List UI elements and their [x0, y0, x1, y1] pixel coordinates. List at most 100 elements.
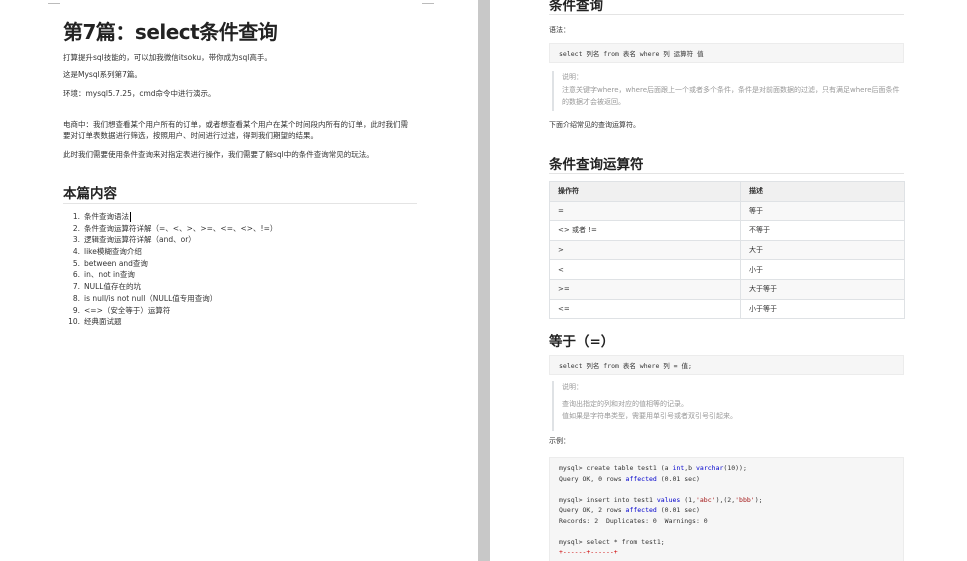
syntax-code: select 列名 from 表名 where 列 运算符 值: [559, 50, 704, 58]
note-line: 值如果是字符串类型，需要用单引号或者双引号引起来。: [562, 412, 737, 420]
operator-cell: >: [549, 239, 741, 261]
description-cell: 大于: [740, 239, 905, 261]
toc-item-number: 2.: [72, 223, 80, 233]
note-blockquote-1: 说明： 注意关键字where，where后面跟上一个或者多个条件，条件是对前面数…: [552, 71, 902, 111]
toc-item-label: NULL值存在的坑: [84, 282, 141, 292]
toc-item-number: 3.: [72, 235, 80, 245]
toc-item[interactable]: 7. NULL值存在的坑: [66, 281, 277, 293]
toc-item-label: 条件查询运算符详解（=、<、>、>=、<=、<>、!=）: [84, 223, 278, 233]
operator-cell: <> 或者 !=: [549, 220, 741, 241]
section-heading-conditional-query: 条件查询: [549, 0, 603, 14]
toc-item[interactable]: 8. is null/is not null（NULL值专用查询）: [66, 293, 277, 305]
operators-table: 操作符 描述 = 等于 <> 或者 != 不等于 > 大于 < 小于 >= 大于等于 <= 小于等于: [549, 181, 905, 320]
code-line: Records: 2 Duplicates: 0 Warnings: 0: [559, 516, 894, 527]
toc-item-number: 5.: [72, 258, 80, 268]
page-title: 第7篇：select条件查询: [63, 20, 278, 44]
toc-item-label: 逻辑查询运算符详解（and、or）: [84, 235, 196, 245]
toc-item-number: 8.: [72, 293, 80, 303]
note-title: 说明：: [562, 383, 583, 391]
table-header-row: 操作符 描述: [549, 181, 905, 202]
code-token-str: 'abc': [695, 495, 716, 504]
heading-rule: [63, 203, 417, 204]
table-row: >= 大于等于: [549, 278, 905, 300]
table-row: <= 小于等于: [549, 298, 905, 320]
toc-item[interactable]: 6. in、not in查询: [66, 269, 277, 281]
example-code-block[interactable]: mysql> create table test1 (a int,b varch…: [549, 457, 904, 561]
toc-item-number: 4.: [72, 247, 80, 257]
code-token: Query OK, 2 rows: [559, 506, 626, 514]
intro-text: 打算提升sql技能的，可以加我微信itsoku，带你成为sql高手。: [63, 53, 272, 62]
operator-cell: >=: [549, 278, 741, 300]
page-gutter: [478, 0, 490, 561]
paragraph-1: 电商中：我们想查看某个用户所有的订单，或者想查看某个用户在某个时间段内所有的订单…: [63, 120, 408, 140]
toc-item-label: 条件查询语法: [84, 212, 129, 221]
description-cell: 等于: [740, 200, 905, 222]
toc-item[interactable]: 4. like模糊查询介绍: [66, 246, 277, 258]
note-title: 说明：: [562, 73, 583, 81]
heading-rule: [549, 14, 904, 15]
toc-list: 1. 条件查询语法 2. 条件查询运算符详解（=、<、>、>=、<=、<>、!=） 3.…: [66, 211, 277, 328]
code-token: (0.01 sec): [656, 506, 700, 514]
code-line: mysql> create table test1 (a int,b varch…: [559, 463, 894, 474]
code-token: ,b: [684, 464, 696, 472]
note-line: 查询出指定的列和对应的值相等的记录。: [562, 399, 688, 408]
page-corner-mark: [422, 3, 434, 4]
description-cell: 小于: [740, 259, 905, 280]
example-label: 示例：: [549, 437, 570, 445]
section-heading-equals: 等于（=）: [549, 334, 615, 350]
operator-cell: <: [549, 259, 741, 280]
description-cell: 不等于: [740, 220, 905, 241]
table-row: < 小于: [549, 259, 905, 280]
toc-item[interactable]: 10. 经典面试题: [66, 316, 277, 328]
code-token: );: [754, 495, 763, 504]
toc-item-number: 6.: [72, 270, 80, 280]
code-token-kw: affected: [625, 474, 657, 483]
syntax-code-block[interactable]: select 列名 from 表名 where 列 运算符 值: [549, 43, 904, 63]
toc-item-label: in、not in查询: [84, 270, 135, 280]
code-token: mysql> create table test1 (a: [559, 464, 673, 472]
toc-item-number: 9.: [72, 305, 80, 315]
code-token-str: 'bbb': [735, 495, 755, 504]
code-line: mysql> insert into test1 values (1,'abc'…: [559, 495, 894, 506]
toc-item-label: <=>（安全等于）运算符: [84, 305, 171, 315]
toc-item-number: 1.: [72, 212, 80, 221]
code-token-kw: affected: [625, 506, 657, 514]
toc-item[interactable]: 5. between and查询: [66, 258, 277, 270]
table-row: > 大于: [549, 239, 905, 261]
code-token-kw: values: [656, 495, 681, 504]
document-page-right: 条件查询 语法： select 列名 from 表名 where 列 运算符 值…: [490, 0, 967, 561]
table-row: = 等于: [549, 200, 905, 222]
section-heading-operators: 条件查询运算符: [549, 157, 644, 173]
code-token: ),(2,: [715, 495, 736, 504]
code-token-red: +------+------+: [559, 548, 618, 556]
toc-item-label: like模糊查询介绍: [84, 247, 142, 257]
toc-item-number: 10.: [68, 317, 80, 327]
toc-item-number: 7.: [72, 282, 80, 292]
operator-cell: <=: [549, 298, 741, 320]
toc-item[interactable]: 3. 逻辑查询运算符详解（and、or）: [66, 234, 277, 246]
code-line: Query OK, 0 rows affected (0.01 sec): [559, 474, 894, 485]
operators-intro: 下面介绍常见的查询运算符。: [549, 121, 640, 129]
code-token: mysql> insert into test1: [559, 495, 657, 504]
toc-heading: 本篇内容: [63, 186, 117, 202]
toc-item-label: between and查询: [84, 258, 148, 268]
operator-cell: =: [549, 200, 741, 222]
description-cell: 大于等于: [740, 278, 905, 300]
syntax-label: 语法：: [549, 26, 570, 34]
table-header-cell: 描述: [740, 181, 905, 202]
toc-item[interactable]: 9. <=>（安全等于）运算符: [66, 305, 277, 317]
code-token: (1,: [680, 495, 696, 504]
text-cursor: [130, 212, 131, 222]
toc-item[interactable]: 2. 条件查询运算符详解（=、<、>、>=、<=、<>、!=）: [66, 223, 278, 235]
equals-code-block[interactable]: select 列名 from 表名 where 列 = 值;: [549, 355, 904, 375]
code-token-kw: varchar: [696, 464, 724, 472]
document-page-left: 第7篇：select条件查询 打算提升sql技能的，可以加我微信itsoku，带…: [0, 0, 478, 561]
series-text: 这是Mysql系列第7篇。: [63, 70, 142, 79]
code-token: mysql> select * from test1;: [559, 537, 665, 546]
table-header-cell: 操作符: [549, 181, 741, 202]
code-token: (10));: [723, 464, 747, 472]
env-text: 环境：mysql5.7.25，cmd命令中进行演示。: [63, 89, 216, 98]
toc-item[interactable]: 1. 条件查询语法: [66, 211, 277, 223]
